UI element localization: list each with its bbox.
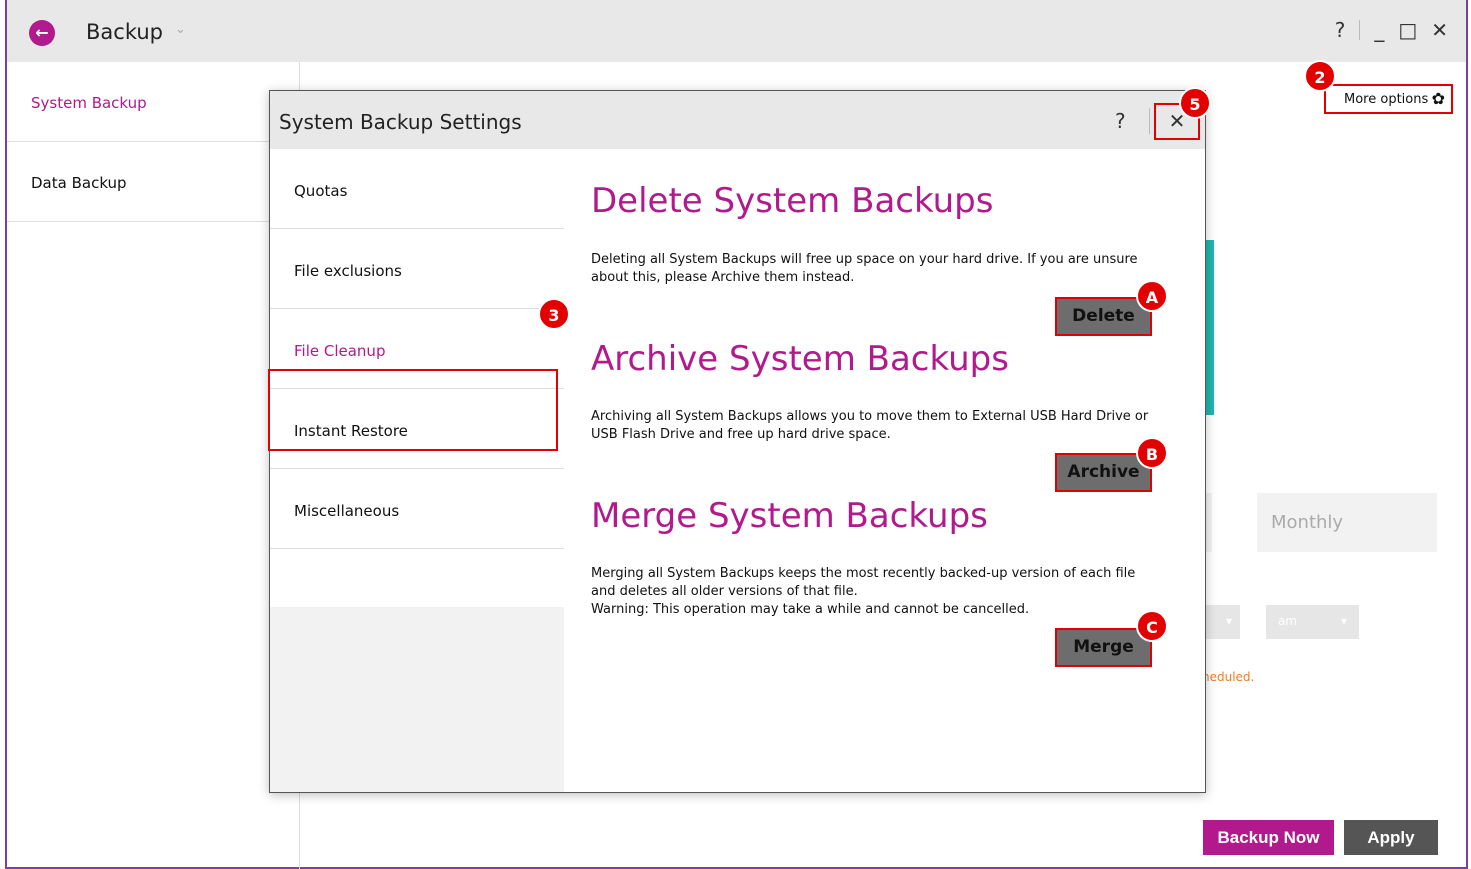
- nav-empty-area: [270, 607, 564, 792]
- dialog-content: Delete System Backups Deleting all Syste…: [564, 149, 1205, 792]
- window-controls: ? _ □ ✕: [1335, 18, 1448, 42]
- divider: [1149, 108, 1150, 134]
- schedule-status-text: heduled.: [1202, 670, 1255, 684]
- settings-dialog: System Backup Settings ? ✕ Quotas File e…: [268, 90, 1206, 793]
- dialog-nav: Quotas File exclusions File Cleanup Inst…: [268, 149, 564, 792]
- delete-section-desc: Deleting all System Backups will free up…: [591, 252, 1138, 285]
- gear-icon: ✿: [1431, 89, 1445, 108]
- nav-item-quotas[interactable]: Quotas: [270, 149, 564, 229]
- delete-section-title: Delete System Backups: [591, 181, 994, 221]
- annotation-marker-3: 3: [538, 298, 570, 330]
- hour-dropdown[interactable]: ▾: [1200, 605, 1240, 639]
- more-options-label: More options: [1344, 92, 1429, 107]
- annotation-highlight: [268, 369, 558, 451]
- minimize-button[interactable]: _: [1374, 18, 1384, 42]
- annotation-marker-c: C: [1136, 610, 1168, 642]
- chevron-down-icon: ▾: [1340, 614, 1347, 628]
- nav-item-file-exclusions[interactable]: File exclusions: [270, 229, 564, 309]
- nav-item-miscellaneous[interactable]: Miscellaneous: [270, 469, 564, 549]
- annotation-marker-a: A: [1136, 280, 1168, 312]
- sidebar-item-data-backup[interactable]: Data Backup: [7, 142, 299, 222]
- divider: [1359, 20, 1361, 40]
- back-arrow-icon[interactable]: ←: [29, 20, 55, 46]
- sidebar: System Backup Data Backup: [7, 62, 300, 869]
- ampm-value: am: [1278, 614, 1298, 628]
- close-window-button[interactable]: ✕: [1431, 18, 1448, 42]
- annotation-marker-5: 5: [1179, 87, 1211, 119]
- archive-section-desc: Archiving all System Backups allows you …: [591, 409, 1149, 442]
- annotation-marker-b: B: [1136, 437, 1168, 469]
- chevron-down-icon: ▾: [1225, 614, 1232, 628]
- maximize-button[interactable]: □: [1398, 18, 1417, 42]
- apply-button[interactable]: Apply: [1344, 820, 1438, 855]
- app-title: Backup: [86, 20, 163, 44]
- backup-now-button[interactable]: Backup Now: [1203, 820, 1334, 855]
- frequency-monthly[interactable]: Monthly: [1257, 493, 1437, 552]
- ampm-dropdown[interactable]: am ▾: [1266, 605, 1359, 639]
- annotation-marker-2: 2: [1304, 60, 1336, 92]
- archive-section-title: Archive System Backups: [591, 339, 1009, 379]
- dialog-title: System Backup Settings: [279, 110, 522, 134]
- more-options-button[interactable]: More options ✿: [1324, 84, 1453, 114]
- chevron-down-icon[interactable]: ⌄: [175, 22, 186, 37]
- merge-section-desc: Merging all System Backups keeps the mos…: [591, 566, 1136, 599]
- sidebar-item-system-backup[interactable]: System Backup: [7, 62, 299, 142]
- help-button[interactable]: ?: [1335, 18, 1346, 42]
- merge-section-title: Merge System Backups: [591, 496, 988, 536]
- dialog-header: System Backup Settings ? ✕: [270, 91, 1205, 149]
- merge-warning-text: Warning: This operation may take a while…: [591, 602, 1030, 617]
- dialog-help-button[interactable]: ?: [1115, 109, 1126, 133]
- title-bar: ← Backup ⌄ ? _ □ ✕: [7, 0, 1466, 62]
